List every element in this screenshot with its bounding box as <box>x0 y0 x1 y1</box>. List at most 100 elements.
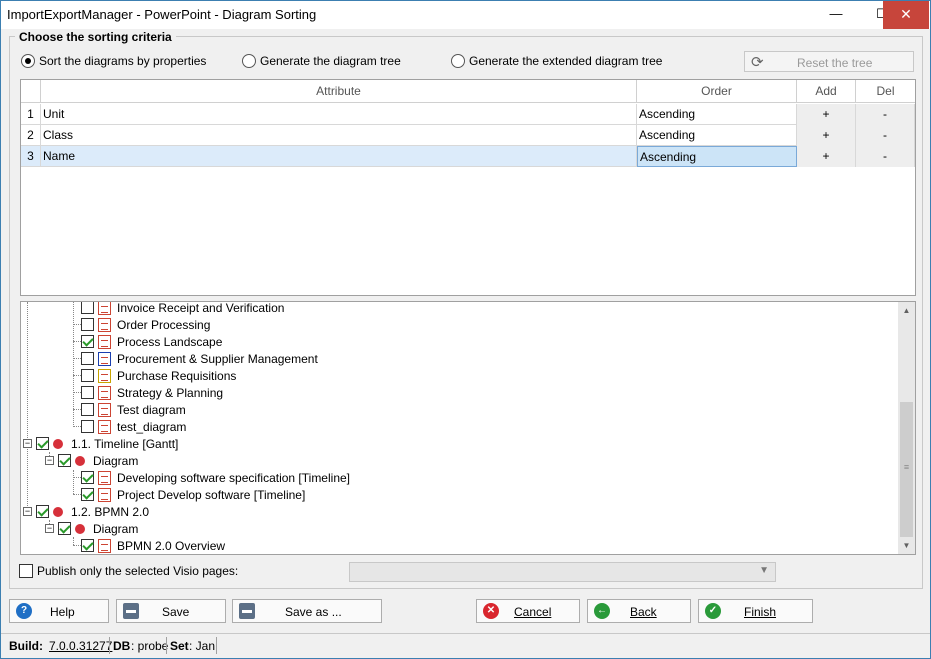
save-button[interactable]: ▬ Save <box>116 599 226 623</box>
radio-selected-icon <box>21 54 35 68</box>
tree-item[interactable]: Order Processing <box>81 316 210 333</box>
checkbox-checked[interactable] <box>36 437 49 450</box>
close-button[interactable]: ✕ <box>883 1 929 29</box>
tree-item[interactable]: Project Develop software [Timeline] <box>81 486 305 503</box>
tree-folder[interactable]: − Diagram <box>45 520 138 537</box>
tree-item-label: Test diagram <box>117 402 186 417</box>
tree-folder[interactable]: − Diagram <box>45 452 138 469</box>
title-bar: ImportExportManager - PowerPoint - Diagr… <box>1 1 930 29</box>
refresh-icon: ⟳ <box>751 54 764 71</box>
delete-row-button[interactable]: - <box>856 146 915 167</box>
group-title: Choose the sorting criteria <box>15 30 176 44</box>
tree-scrollbar[interactable]: ▲ ≡ ▼ <box>898 302 915 554</box>
tree-item[interactable]: Process Landscape <box>81 333 222 350</box>
checkbox[interactable] <box>81 352 94 365</box>
delete-row-button[interactable]: - <box>856 104 915 125</box>
row-number: 2 <box>21 125 41 146</box>
tree-item-label: Diagram <box>93 521 139 536</box>
tree-item-label: Process Landscape <box>117 334 223 349</box>
checkbox-checked[interactable] <box>58 522 71 535</box>
tree-item[interactable]: BPMN 2.0 Overview <box>81 537 225 554</box>
add-row-button[interactable]: + <box>797 146 856 167</box>
checkbox-checked[interactable] <box>58 454 71 467</box>
grid-row[interactable]: 2 Class Ascending + - <box>21 125 915 146</box>
row-number: 1 <box>21 104 41 125</box>
order-cell[interactable]: Ascending <box>637 125 797 146</box>
checkbox[interactable] <box>81 369 94 382</box>
checkbox-checked[interactable] <box>81 488 94 501</box>
radio-generate-tree[interactable]: Generate the diagram tree <box>242 54 401 68</box>
reset-tree-button[interactable]: ⟳ Reset the tree <box>744 51 914 72</box>
order-cell[interactable]: Ascending <box>637 104 797 125</box>
red-dot-icon <box>75 523 85 534</box>
tree-item-label: Invoice Receipt and Verification <box>117 301 285 315</box>
diagram-icon <box>98 385 111 400</box>
save-icon: ▬ <box>123 603 139 619</box>
tree-item[interactable]: Developing software specification [Timel… <box>81 469 350 486</box>
visio-pages-dropdown[interactable]: ▼ <box>349 562 776 582</box>
tree-group-bpmn[interactable]: − 1.2. BPMN 2.0 <box>23 503 149 520</box>
radio-icon <box>242 54 256 68</box>
checkbox-checked[interactable] <box>81 539 94 552</box>
attribute-header[interactable]: Attribute <box>41 80 637 103</box>
save-as-button[interactable]: ▬ Save as ... <box>232 599 382 623</box>
order-header[interactable]: Order <box>637 80 797 103</box>
tree-item[interactable]: Test diagram <box>81 401 186 418</box>
tree-item[interactable]: Strategy & Planning <box>81 384 223 401</box>
red-dot-icon <box>53 506 63 517</box>
checkbox[interactable] <box>81 318 94 331</box>
collapse-icon[interactable]: − <box>23 507 32 516</box>
help-button[interactable]: ? Help <box>9 599 109 623</box>
back-arrow-icon: ← <box>594 603 610 619</box>
collapse-icon[interactable]: − <box>45 456 54 465</box>
add-row-button[interactable]: + <box>797 125 856 146</box>
build-version-link[interactable]: 7.0.0.31277 <box>49 639 112 653</box>
delete-row-button[interactable]: - <box>856 125 915 146</box>
checkbox-checked[interactable] <box>36 505 49 518</box>
add-row-button[interactable]: + <box>797 104 856 125</box>
tree-item-label: test_diagram <box>117 419 187 434</box>
tree-item[interactable]: Purchase Requisitions <box>81 367 236 384</box>
row-number-header <box>21 80 41 103</box>
tree-item-label: Project Develop software [Timeline] <box>117 487 306 502</box>
checkbox[interactable] <box>81 403 94 416</box>
cancel-button[interactable]: ✕ Cancel <box>476 599 580 623</box>
grid-row[interactable]: 1 Unit Ascending + - <box>21 104 915 125</box>
tree-group-timeline[interactable]: − 1.1. Timeline [Gantt] <box>23 435 178 452</box>
attribute-cell[interactable]: Class <box>41 125 637 146</box>
tree-item-label: 1.1. Timeline [Gantt] <box>71 436 179 451</box>
collapse-icon[interactable]: − <box>23 439 32 448</box>
checkbox[interactable] <box>81 386 94 399</box>
scroll-thumb[interactable]: ≡ <box>900 402 913 537</box>
db-value: : probe <box>131 639 169 653</box>
tree-item-label: Developing software specification [Timel… <box>117 470 350 485</box>
checkbox[interactable] <box>81 420 94 433</box>
radio-generate-extended-tree[interactable]: Generate the extended diagram tree <box>451 54 662 68</box>
collapse-icon[interactable]: − <box>45 524 54 533</box>
db-label: DB <box>113 639 131 653</box>
checkbox[interactable] <box>19 564 33 578</box>
checkbox[interactable] <box>81 302 94 314</box>
scroll-down-icon[interactable]: ▼ <box>898 537 915 554</box>
status-bar: Build: 7.0.0.31277 DB : probe Set : Jan <box>1 633 930 658</box>
publish-selected-checkbox[interactable]: Publish only the selected Visio pages: <box>19 564 238 578</box>
red-dot-icon <box>75 455 85 466</box>
grid-row-selected[interactable]: 3 Name Ascending + - <box>21 146 915 167</box>
checkbox-checked[interactable] <box>81 471 94 484</box>
attribute-cell[interactable]: Unit <box>41 104 637 125</box>
tree-item[interactable]: test_diagram <box>81 418 186 435</box>
attribute-cell[interactable]: Name <box>41 146 637 167</box>
order-cell[interactable]: Ascending <box>637 146 797 167</box>
scroll-up-icon[interactable]: ▲ <box>898 302 915 319</box>
tree-item-label: 1.2. BPMN 2.0 <box>71 504 150 519</box>
tree-item[interactable]: Invoice Receipt and Verification <box>81 301 285 316</box>
tree-item[interactable]: Procurement & Supplier Management <box>81 350 318 367</box>
checkbox-checked[interactable] <box>81 335 94 348</box>
finish-button[interactable]: ✓ Finish <box>698 599 813 623</box>
radio-sort-by-properties[interactable]: Sort the diagrams by properties <box>21 54 206 68</box>
minimize-button[interactable]: — <box>813 1 859 29</box>
diagram-icon <box>98 302 111 315</box>
back-button[interactable]: ← Back <box>587 599 691 623</box>
radio-label: Generate the diagram tree <box>260 54 401 68</box>
save-as-label: Save as ... <box>285 605 342 619</box>
